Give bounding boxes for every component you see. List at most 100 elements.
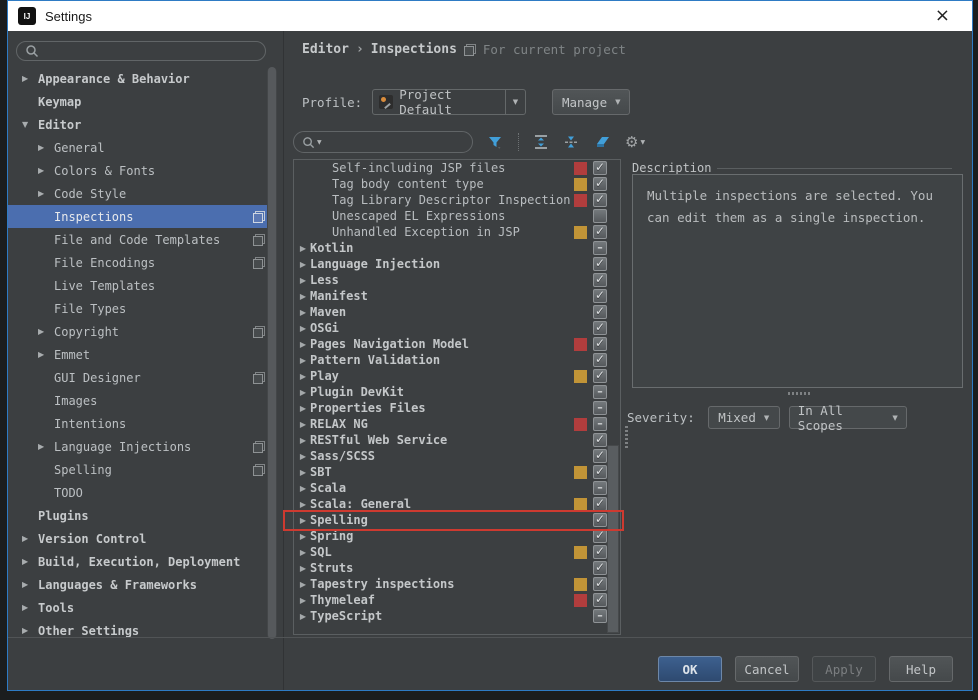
- inspection-checkbox-on[interactable]: [593, 529, 607, 543]
- inspection-checkbox-dash[interactable]: [593, 417, 607, 431]
- sidebar-item-live-templates[interactable]: Live Templates: [8, 274, 275, 297]
- inspection-row-sql[interactable]: ▶SQL: [294, 544, 620, 560]
- inspection-checkbox-off[interactable]: [593, 209, 607, 223]
- inspection-checkbox-on[interactable]: [593, 497, 607, 511]
- chevron-right-icon[interactable]: ▶: [296, 436, 310, 445]
- sidebar-item-file-and-code-templates[interactable]: File and Code Templates: [8, 228, 275, 251]
- inspection-checkbox-on[interactable]: [593, 177, 607, 191]
- inspection-checkbox-on[interactable]: [593, 353, 607, 367]
- chevron-right-icon[interactable]: ▶: [296, 324, 310, 333]
- inspection-row-osgi[interactable]: ▶OSGi: [294, 320, 620, 336]
- inspection-row-unescaped-el-expressions[interactable]: Unescaped EL Expressions: [294, 208, 620, 224]
- inspection-checkbox-on[interactable]: [593, 337, 607, 351]
- close-icon[interactable]: ×: [935, 7, 950, 25]
- sidebar-item-version-control[interactable]: ▶Version Control: [8, 527, 275, 550]
- inspection-row-restful-web-service[interactable]: ▶RESTful Web Service: [294, 432, 620, 448]
- chevron-right-icon[interactable]: ▶: [296, 244, 310, 253]
- sidebar-item-appearance-behavior[interactable]: ▶Appearance & Behavior: [8, 67, 275, 90]
- chevron-right-icon[interactable]: ▶: [296, 516, 310, 525]
- chevron-right-icon[interactable]: ▶: [38, 350, 54, 359]
- chevron-right-icon[interactable]: ▶: [296, 292, 310, 301]
- chevron-right-icon[interactable]: ▶: [38, 166, 54, 175]
- inspection-checkbox-on[interactable]: [593, 513, 607, 527]
- ok-button[interactable]: OK: [658, 656, 722, 682]
- sidebar-item-images[interactable]: Images: [8, 389, 275, 412]
- inspection-checkbox-on[interactable]: [593, 193, 607, 207]
- sidebar-item-intentions[interactable]: Intentions: [8, 412, 275, 435]
- expand-all-button[interactable]: [533, 134, 549, 150]
- inspections-search-input[interactable]: ▼: [293, 131, 473, 153]
- inspection-checkbox-on[interactable]: [593, 321, 607, 335]
- chevron-right-icon[interactable]: ▶: [296, 260, 310, 269]
- inspection-checkbox-dash[interactable]: [593, 401, 607, 415]
- chevron-right-icon[interactable]: ▶: [296, 468, 310, 477]
- sidebar-item-spelling[interactable]: Spelling: [8, 458, 275, 481]
- collapse-all-button[interactable]: [563, 134, 579, 150]
- filter-button[interactable]: [487, 134, 504, 151]
- chevron-right-icon[interactable]: ▶: [296, 340, 310, 349]
- tree-settings-button[interactable]: ⚙ ▼: [625, 135, 645, 150]
- sidebar-item-copyright[interactable]: ▶Copyright: [8, 320, 275, 343]
- inspection-row-properties-files[interactable]: ▶Properties Files: [294, 400, 620, 416]
- inspection-row-pages-navigation-model[interactable]: ▶Pages Navigation Model: [294, 336, 620, 352]
- chevron-right-icon[interactable]: ▶: [22, 626, 38, 635]
- chevron-right-icon[interactable]: ▶: [296, 596, 310, 605]
- inspection-row-tag-library-descriptor-inspection[interactable]: Tag Library Descriptor Inspection: [294, 192, 620, 208]
- breadcrumb-editor[interactable]: Editor: [302, 42, 349, 57]
- chevron-right-icon[interactable]: ▶: [22, 534, 38, 543]
- chevron-right-icon[interactable]: ▶: [38, 327, 54, 336]
- chevron-right-icon[interactable]: ▶: [296, 308, 310, 317]
- sidebar-item-file-encodings[interactable]: File Encodings: [8, 251, 275, 274]
- inspection-checkbox-dash[interactable]: [593, 385, 607, 399]
- chevron-right-icon[interactable]: ▶: [296, 372, 310, 381]
- chevron-right-icon[interactable]: ▶: [296, 420, 310, 429]
- splitter-grip-vertical[interactable]: [625, 426, 628, 448]
- sidebar-item-build-execution-deployment[interactable]: ▶Build, Execution, Deployment: [8, 550, 275, 573]
- sidebar-item-editor[interactable]: ▼Editor: [8, 113, 275, 136]
- inspection-checkbox-on[interactable]: [593, 433, 607, 447]
- sidebar-scrollbar[interactable]: [267, 67, 277, 639]
- inspection-checkbox-on[interactable]: [593, 449, 607, 463]
- chevron-right-icon[interactable]: ▶: [296, 484, 310, 493]
- severity-select[interactable]: Mixed ▼: [708, 406, 780, 429]
- chevron-right-icon[interactable]: ▶: [296, 564, 310, 573]
- sidebar-item-language-injections[interactable]: ▶Language Injections: [8, 435, 275, 458]
- inspection-checkbox-dash[interactable]: [593, 241, 607, 255]
- inspection-row-tag-body-content-type[interactable]: Tag body content type: [294, 176, 620, 192]
- inspection-row-sass-scss[interactable]: ▶Sass/SCSS: [294, 448, 620, 464]
- tree-scrollbar[interactable]: [607, 445, 619, 633]
- inspection-checkbox-on[interactable]: [593, 273, 607, 287]
- sidebar-item-inspections[interactable]: Inspections: [8, 205, 275, 228]
- inspection-checkbox-on[interactable]: [593, 289, 607, 303]
- chevron-right-icon[interactable]: ▶: [296, 612, 310, 621]
- sidebar-item-emmet[interactable]: ▶Emmet: [8, 343, 275, 366]
- inspection-row-spring[interactable]: ▶Spring: [294, 528, 620, 544]
- chevron-right-icon[interactable]: ▶: [22, 557, 38, 566]
- inspection-checkbox-on[interactable]: [593, 369, 607, 383]
- sidebar-item-todo[interactable]: TODO: [8, 481, 275, 504]
- chevron-right-icon[interactable]: ▶: [296, 580, 310, 589]
- sidebar-item-colors-fonts[interactable]: ▶Colors & Fonts: [8, 159, 275, 182]
- chevron-right-icon[interactable]: ▶: [296, 276, 310, 285]
- inspection-row-struts[interactable]: ▶Struts: [294, 560, 620, 576]
- inspection-row-self-including-jsp-files[interactable]: Self-including JSP files: [294, 160, 620, 176]
- chevron-right-icon[interactable]: ▶: [22, 74, 38, 83]
- chevron-right-icon[interactable]: ▶: [22, 603, 38, 612]
- chevron-right-icon[interactable]: ▶: [296, 404, 310, 413]
- sidebar-item-languages-frameworks[interactable]: ▶Languages & Frameworks: [8, 573, 275, 596]
- chevron-right-icon[interactable]: ▶: [296, 548, 310, 557]
- manage-button[interactable]: Manage ▼: [552, 89, 630, 115]
- inspection-checkbox-on[interactable]: [593, 593, 607, 607]
- inspection-row-less[interactable]: ▶Less: [294, 272, 620, 288]
- chevron-right-icon[interactable]: ▶: [296, 388, 310, 397]
- inspection-row-typescript[interactable]: ▶TypeScript: [294, 608, 620, 624]
- sidebar-item-plugins[interactable]: Plugins: [8, 504, 275, 527]
- inspection-row-maven[interactable]: ▶Maven: [294, 304, 620, 320]
- sidebar-item-general[interactable]: ▶General: [8, 136, 275, 159]
- inspection-checkbox-on[interactable]: [593, 465, 607, 479]
- inspection-checkbox-on[interactable]: [593, 577, 607, 591]
- inspection-row-thymeleaf[interactable]: ▶Thymeleaf: [294, 592, 620, 608]
- chevron-down-icon[interactable]: ▼: [22, 120, 38, 129]
- inspection-checkbox-on[interactable]: [593, 305, 607, 319]
- inspection-row-scala[interactable]: ▶Scala: [294, 480, 620, 496]
